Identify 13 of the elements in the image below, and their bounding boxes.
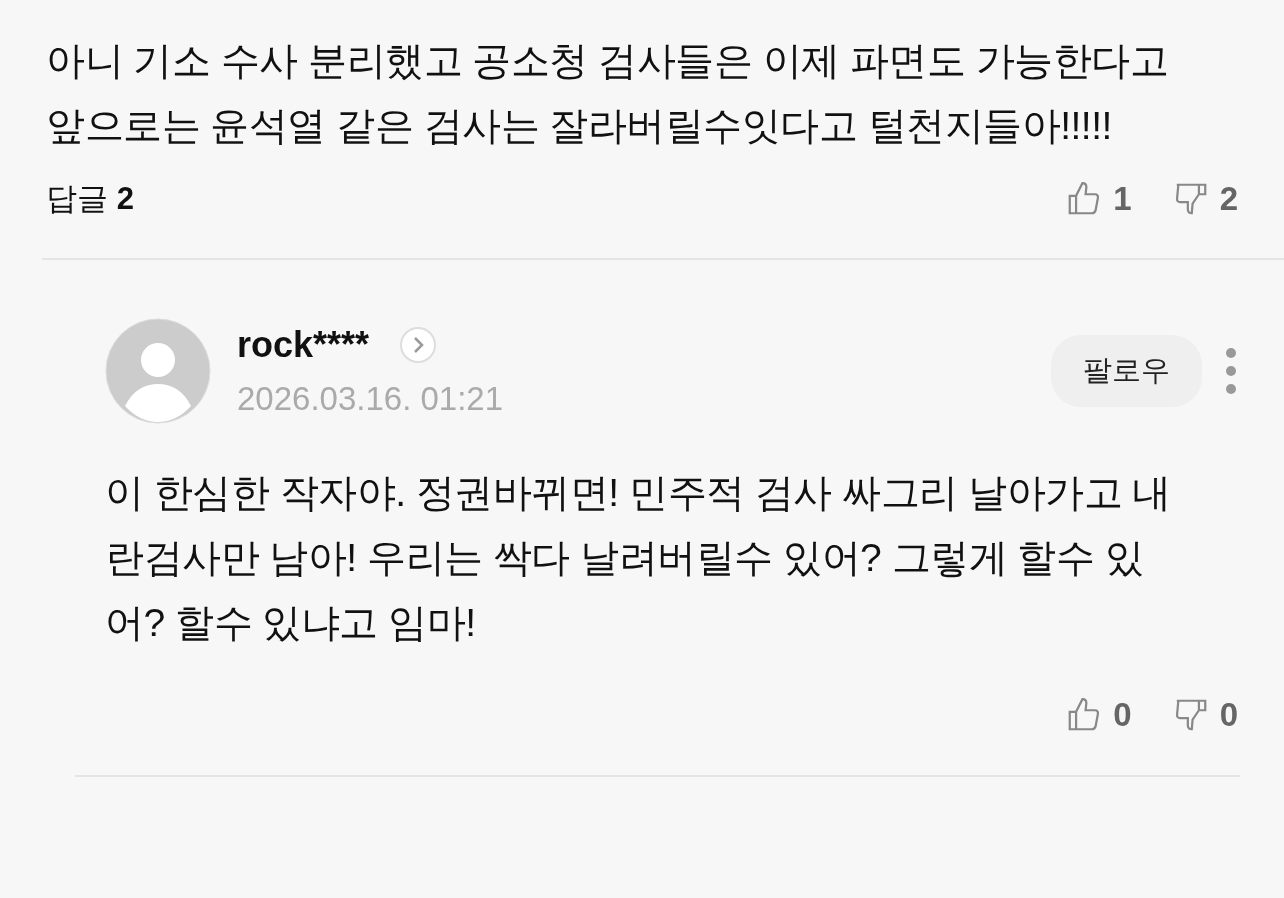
comment-text: 아니 기소 수사 분리했고 공소청 검사들은 이제 파면도 가능한다고 앞으로는 윤석열 같은 검사는 잘라버릴수잇다고 털천지들아!!!!! <box>46 38 1170 149</box>
like-button[interactable]: 0 <box>1065 695 1132 735</box>
dislike-button[interactable]: 2 <box>1171 179 1238 219</box>
username[interactable]: rock**** <box>237 324 370 366</box>
more-icon[interactable] <box>1224 346 1238 396</box>
follow-button[interactable]: 팔로우 <box>1051 335 1202 407</box>
chevron-right-icon[interactable] <box>399 326 438 364</box>
comment-date: 2026.03.16. 01:21 <box>237 380 505 418</box>
reply-text: 이 한심한 작자야. 정권바뀌면! 민주적 검사 싸그리 날아가고 내란검사만 남아! 우리는 싹다 날려버릴수 있어? 그렇게 할수 있어? 할수 있냐고 임마! <box>105 470 1172 646</box>
dislike-button[interactable]: 0 <box>1171 695 1238 735</box>
avatar-icon <box>105 318 211 424</box>
like-button[interactable]: 1 <box>1065 179 1132 219</box>
replies-link[interactable]: 답글 2 <box>46 178 134 220</box>
